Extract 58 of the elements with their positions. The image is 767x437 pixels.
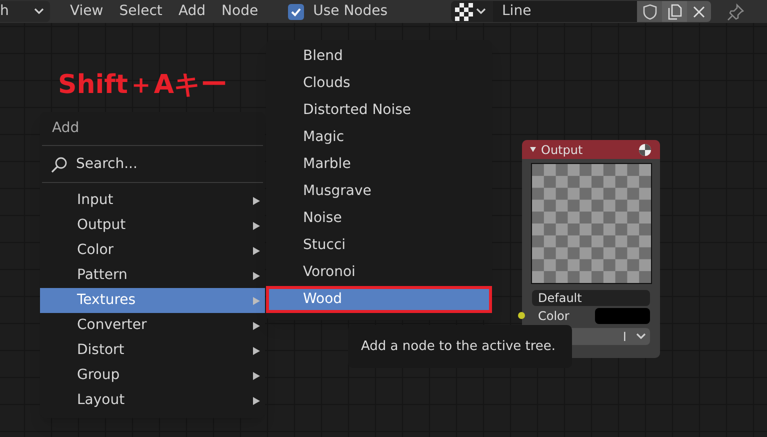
menu-item[interactable]: Converter	[40, 313, 265, 338]
menu-item[interactable]: Stucci	[266, 232, 492, 259]
menu-item[interactable]: Pattern	[40, 263, 265, 288]
menu-item[interactable]: Input	[40, 188, 265, 213]
search-icon	[51, 156, 68, 172]
menu-item[interactable]: Voronoi	[266, 259, 492, 286]
color-swatch[interactable]	[595, 308, 650, 324]
menu-item[interactable]: Node	[214, 1, 266, 22]
color-label: Color	[538, 308, 570, 325]
use-nodes-checkbox[interactable]	[288, 4, 304, 20]
input-socket	[518, 312, 525, 319]
submenu-arrow-icon	[253, 246, 260, 254]
close-icon	[693, 6, 705, 18]
menu-item[interactable]: Clouds	[266, 70, 492, 97]
submenu-arrow-icon	[253, 396, 260, 404]
duplicate-button[interactable]	[662, 1, 687, 22]
texture-browse-button[interactable]	[451, 1, 493, 22]
menu-item[interactable]: Distorted Noise	[266, 97, 492, 124]
search-field[interactable]: Search...	[40, 146, 265, 182]
submenu-arrow-icon	[253, 272, 260, 280]
checkerboard-icon	[455, 2, 473, 20]
menu-item[interactable]: Layout	[40, 388, 265, 413]
menu-item[interactable]: Noise	[266, 205, 492, 232]
name-field[interactable]: Default	[532, 290, 650, 306]
menu-item[interactable]: Blend	[266, 43, 492, 70]
menu-item[interactable]: Color	[40, 238, 265, 263]
tooltip: Add a node to the active tree.	[348, 325, 572, 368]
use-nodes-label: Use Nodes	[313, 2, 388, 21]
submenu-arrow-icon	[253, 222, 260, 230]
shield-icon	[642, 4, 656, 20]
menu-item[interactable]: Magic	[266, 124, 492, 151]
menu-title: Add	[51, 119, 80, 138]
menu-item[interactable]: Output	[40, 213, 265, 238]
submenu-arrow-icon	[253, 372, 260, 380]
checkmark-icon	[290, 6, 302, 18]
texture-icon	[638, 142, 652, 156]
chevron-icon	[34, 8, 44, 15]
texture-name-field[interactable]: Line	[493, 1, 637, 22]
menu-item[interactable]: View	[62, 1, 112, 22]
editor-type-dropdown[interactable]: h	[0, 1, 50, 22]
submenu-arrow-icon	[253, 346, 260, 354]
copy-icon	[667, 4, 682, 20]
submenu-arrow-icon	[253, 196, 260, 204]
node-title: Output	[541, 142, 583, 158]
menu-item[interactable]: Select	[111, 1, 170, 22]
menu-item[interactable]: Distort	[40, 338, 265, 363]
menu-item[interactable]: Textures	[40, 288, 265, 313]
annotation-caption: Shift＋Aキー	[58, 72, 228, 98]
menu-item[interactable]: Group	[40, 363, 265, 388]
chevron-icon	[476, 8, 486, 15]
chevron-icon	[636, 333, 646, 340]
menu-item[interactable]: Add	[170, 1, 214, 22]
menu-item[interactable]: Wood	[266, 286, 492, 313]
menu-item[interactable]: Marble	[266, 151, 492, 178]
submenu-arrow-icon	[253, 296, 260, 304]
menu-item[interactable]: Musgrave	[266, 178, 492, 205]
submenu-arrow-icon	[253, 322, 260, 330]
collapse-icon[interactable]	[530, 147, 536, 152]
